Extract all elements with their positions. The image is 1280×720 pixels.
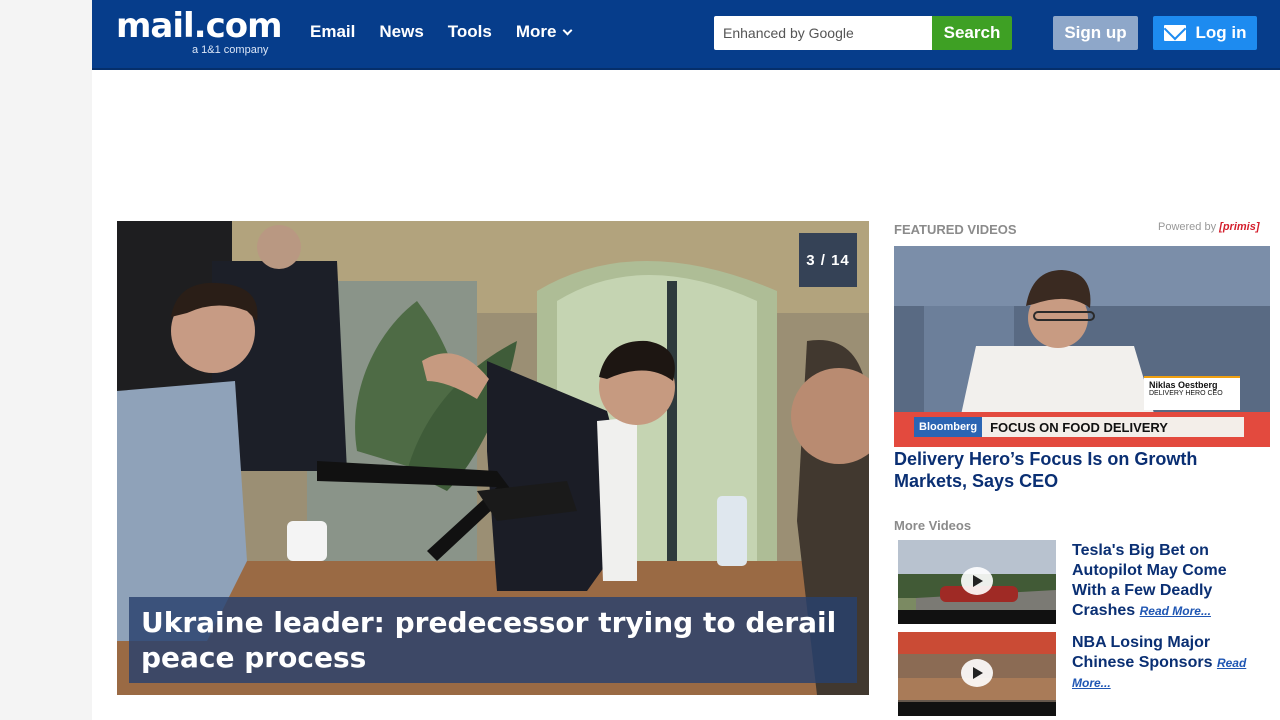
- chevron-down-icon: [563, 25, 573, 35]
- top-navigation-bar: mail.com a 1&1 company Email News Tools …: [92, 0, 1280, 70]
- hero-slideshow[interactable]: 3 / 14 Ukraine leader: predecessor tryin…: [117, 221, 869, 695]
- powered-by: Powered by [primis]: [1158, 221, 1260, 233]
- primis-logo[interactable]: [primis]: [1219, 221, 1259, 233]
- logo-subtitle: a 1&1 company: [192, 44, 269, 56]
- featured-video-player[interactable]: Niklas Oestberg DELIVERY HERO CEO Bloomb…: [894, 246, 1270, 447]
- search-input[interactable]: [714, 16, 932, 50]
- hero-headline[interactable]: Ukraine leader: predecessor trying to de…: [141, 605, 845, 675]
- play-icon[interactable]: [961, 659, 993, 687]
- hero-caption[interactable]: Ukraine leader: predecessor trying to de…: [129, 597, 857, 683]
- signup-button[interactable]: Sign up: [1053, 16, 1138, 50]
- powered-prefix: Powered by: [1158, 221, 1217, 233]
- more-video-title-1[interactable]: Tesla's Big Bet on Autopilot May Come Wi…: [1072, 541, 1252, 621]
- read-more-link-1[interactable]: Read More...: [1140, 604, 1211, 618]
- bloomberg-headline: FOCUS ON FOOD DELIVERY: [990, 419, 1168, 435]
- login-label: Log in: [1195, 23, 1247, 42]
- bloomberg-ticker: Bloomberg FOCUS ON FOOD DELIVERY: [914, 417, 1244, 437]
- play-icon[interactable]: [961, 567, 993, 595]
- more-video-title-2[interactable]: NBA Losing Major Chinese Sponsors Read M…: [1072, 633, 1252, 693]
- main-nav: Email News Tools More: [310, 22, 573, 42]
- bloomberg-logo: Bloomberg: [914, 417, 983, 437]
- logo-text: mail.com: [116, 6, 283, 46]
- lower-third: Niklas Oestberg DELIVERY HERO CEO: [1144, 376, 1240, 410]
- video-thumbnail-1[interactable]: [898, 540, 1056, 624]
- featured-video-title[interactable]: Delivery Hero’s Focus Is on Growth Marke…: [894, 448, 1270, 492]
- lower-third-name: Niklas Oestberg: [1149, 380, 1218, 390]
- search-form: Search: [714, 16, 1012, 50]
- featured-videos-label: FEATURED VIDEOS: [894, 222, 1017, 237]
- video-thumbnail-2[interactable]: [898, 632, 1056, 716]
- nav-more[interactable]: More: [515, 22, 573, 42]
- search-button[interactable]: Search: [932, 16, 1012, 50]
- more-video-2-headline: NBA Losing Major Chinese Sponsors: [1072, 634, 1213, 671]
- nav-more-label: More: [515, 22, 557, 41]
- slide-counter: 3 / 14: [799, 233, 857, 287]
- nav-tools[interactable]: Tools: [448, 22, 492, 42]
- nav-email[interactable]: Email: [310, 22, 355, 42]
- login-button[interactable]: Log in: [1153, 16, 1257, 50]
- nav-news[interactable]: News: [379, 22, 423, 42]
- lower-third-role: DELIVERY HERO CEO: [1149, 390, 1223, 397]
- more-videos-label: More Videos: [894, 518, 972, 533]
- mailcom-logo[interactable]: mail.com a 1&1 company: [116, 9, 283, 58]
- envelope-icon: [1163, 25, 1186, 41]
